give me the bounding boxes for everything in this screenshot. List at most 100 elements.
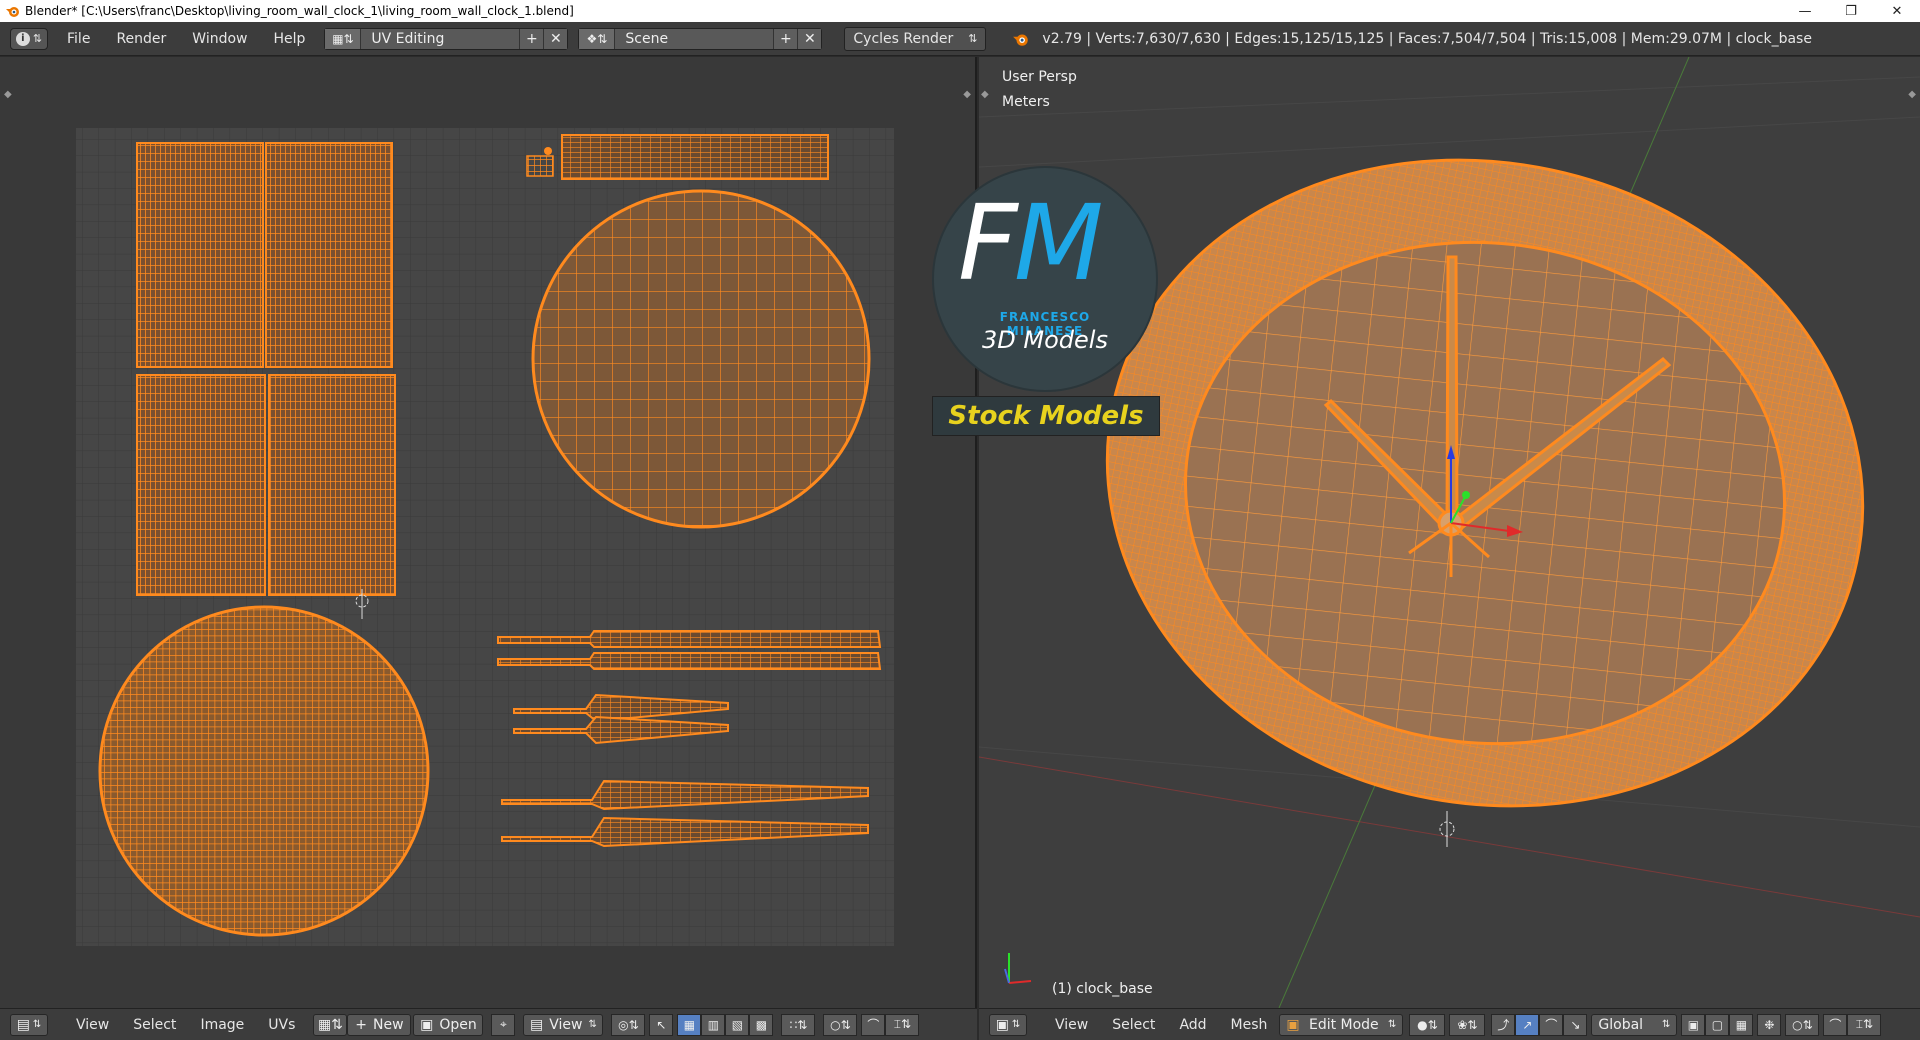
info-icon: i <box>15 31 30 46</box>
new-image-button[interactable]: + New <box>347 1013 412 1036</box>
uv-editor-type-selector[interactable]: ▤ ⇅ <box>10 1013 48 1036</box>
minimize-button[interactable]: — <box>1782 0 1828 22</box>
viewport-shading-icon[interactable]: ●⇅ <box>1409 1013 1446 1036</box>
render-engine-selector[interactable]: Cycles Render ⇅ <box>844 26 987 51</box>
window-title: Blender* [C:\Users\franc\Desktop\living_… <box>25 4 574 18</box>
remove-screen-icon[interactable]: ✕ <box>543 28 568 49</box>
island-select-icon[interactable]: ▩ <box>749 1013 774 1036</box>
uv-menu-uvs[interactable]: UVs <box>256 1017 307 1033</box>
scene-selector[interactable]: ❖⇅ Scene + ✕ <box>578 27 823 50</box>
edge-select-icon[interactable]: ▥ <box>701 1013 726 1036</box>
stats-text: v2.79 | Verts:7,630/7,630 | Edges:15,125… <box>1042 30 1812 47</box>
viewport-menu-mesh[interactable]: Mesh <box>1219 1017 1280 1033</box>
scene-name[interactable]: Scene <box>615 31 773 47</box>
menu-file[interactable]: File <box>54 31 103 47</box>
viewport-menu-view[interactable]: View <box>1043 1017 1100 1033</box>
updown-arrows-icon: ⇅ <box>588 1019 597 1030</box>
restore-button[interactable]: ❐ <box>1828 0 1874 22</box>
scene-icon: ❖⇅ <box>579 28 616 49</box>
screen-layout-name[interactable]: UV Editing <box>361 31 519 47</box>
edit-mode-icon: ▣ <box>1286 1016 1300 1033</box>
uv-menu-select[interactable]: Select <box>121 1017 188 1033</box>
watermark-banner-text: Stock Models <box>948 401 1144 431</box>
transform-orientation-selector[interactable]: Global ⇅ <box>1591 1013 1678 1036</box>
snap-element-icon[interactable]: ⌶⇅ <box>885 1013 920 1036</box>
screen-layout-selector[interactable]: ▦⇅ UV Editing + ✕ <box>324 27 569 50</box>
scale-manipulator-icon[interactable]: ↘ <box>1563 1013 1588 1036</box>
view-mode-label[interactable]: View <box>549 1017 582 1033</box>
vertex-select-mode-icon[interactable]: ▣ <box>1681 1013 1706 1036</box>
open-image-label[interactable]: Open <box>439 1017 476 1033</box>
units-label: Meters <box>1002 94 1050 110</box>
editor-type-selector[interactable]: i ⇅ <box>10 27 48 50</box>
sticky-mode-icon[interactable]: ∷⇅ <box>781 1013 816 1036</box>
face-select-mode-icon[interactable]: ▦ <box>1729 1013 1754 1036</box>
pin-icon[interactable]: ⌖ <box>491 1013 516 1036</box>
folder-icon: ▣ <box>420 1016 434 1033</box>
image-editor-icon: ▤ <box>16 1016 30 1033</box>
snap-target-icon[interactable]: ⌶⇅ <box>1847 1013 1882 1036</box>
watermark-m: M <box>1013 182 1104 304</box>
pivot-point-icon[interactable]: ❀⇅ <box>1449 1013 1486 1036</box>
proportional-edit-icon[interactable]: ○⇅ <box>823 1013 858 1036</box>
updown-arrows-icon: ⇅ <box>32 1019 42 1030</box>
interaction-mode-selector[interactable]: ▣ Edit Mode ⇅ <box>1279 1013 1404 1036</box>
menu-window[interactable]: Window <box>179 31 260 47</box>
add-scene-icon[interactable]: + <box>773 28 798 49</box>
scene-stats: v2.79 | Verts:7,630/7,630 | Edges:15,125… <box>1012 30 1812 48</box>
manipulator-toggle-icon[interactable]: ⤴ <box>1491 1013 1516 1036</box>
snap-toggle-icon[interactable]: ⌒ <box>1823 1013 1848 1036</box>
blender-logo-icon <box>1013 34 1029 46</box>
uv-menu-view[interactable]: View <box>64 1017 121 1033</box>
vertex-select-icon[interactable]: ▦ <box>677 1013 702 1036</box>
sync-selection-icon[interactable]: ↖ <box>649 1013 674 1036</box>
pivot-icon[interactable]: ◎⇅ <box>611 1013 646 1036</box>
close-window-button[interactable]: ✕ <box>1874 0 1920 22</box>
plus-icon: + <box>355 1016 368 1033</box>
uv-canvas[interactable] <box>0 57 977 1008</box>
active-object-label: (1) clock_base <box>1052 981 1153 997</box>
uv-menu-image[interactable]: Image <box>188 1017 256 1033</box>
view-mode-icon: ▤ <box>529 1016 544 1033</box>
remove-scene-icon[interactable]: ✕ <box>797 28 822 49</box>
info-header: i ⇅ File Render Window Help ▦⇅ UV Editin… <box>0 22 1920 56</box>
uv-island-glass[interactable] <box>531 189 871 529</box>
render-engine-label[interactable]: Cycles Render <box>853 31 953 47</box>
updown-arrows-icon: ⇅ <box>1011 1019 1021 1030</box>
interaction-mode-label[interactable]: Edit Mode <box>1309 1017 1379 1033</box>
viewport-editor-type-selector[interactable]: ▣ ⇅ <box>989 1013 1027 1036</box>
edge-select-mode-icon[interactable]: ▢ <box>1705 1013 1730 1036</box>
viewport-menu-select[interactable]: Select <box>1100 1017 1167 1033</box>
translate-manipulator-icon[interactable]: ↗ <box>1515 1013 1540 1036</box>
updown-arrows-icon: ⇅ <box>1662 1019 1671 1030</box>
3d-cursor-icon <box>1439 811 1455 847</box>
rotate-manipulator-icon[interactable]: ⌒ <box>1539 1013 1564 1036</box>
new-image-label[interactable]: New <box>373 1017 404 1033</box>
limit-selection-icon[interactable]: ❉ <box>1757 1013 1782 1036</box>
transform-orientation-label[interactable]: Global <box>1598 1017 1643 1033</box>
image-browse-button[interactable]: ▦⇅ <box>313 1013 348 1036</box>
watermark-initials: FM <box>958 188 1104 298</box>
add-screen-icon[interactable]: + <box>519 28 544 49</box>
uv-island-strip[interactable] <box>526 134 829 180</box>
viewport-menu-add[interactable]: Add <box>1167 1017 1218 1033</box>
uv-island-face[interactable] <box>98 605 430 937</box>
watermark-logo: FM FM FRANCESCO MILANESE 3D Models Stock… <box>930 166 1162 438</box>
viewport-header: ▣ ⇅ View Select Add Mesh ▣ Edit Mode ⇅ ●⇅ ❀… <box>979 1008 1920 1040</box>
layout-grid-icon: ▦⇅ <box>325 28 362 49</box>
uv-image-editor[interactable]: ◆ ◆ <box>0 57 977 1008</box>
menu-help[interactable]: Help <box>260 31 318 47</box>
face-select-icon[interactable]: ▧ <box>725 1013 750 1036</box>
menu-render[interactable]: Render <box>103 31 179 47</box>
blender-logo-icon <box>6 7 19 17</box>
snap-icon[interactable]: ⌒ <box>861 1013 886 1036</box>
clock-rim-mesh[interactable] <box>1047 91 1920 875</box>
watermark-banner: Stock Models <box>932 396 1160 436</box>
view-name-label: User Persp <box>1002 69 1077 85</box>
watermark-f: F <box>958 182 1018 304</box>
open-image-button[interactable]: ▣ Open <box>413 1013 484 1036</box>
updown-arrows-icon: ⇅ <box>32 32 43 45</box>
watermark-sub: 3D Models <box>982 326 1108 354</box>
proportional-editing-icon[interactable]: ○⇅ <box>1785 1013 1820 1036</box>
uv-mode-selector[interactable]: ▤ View ⇅ <box>523 1013 604 1036</box>
